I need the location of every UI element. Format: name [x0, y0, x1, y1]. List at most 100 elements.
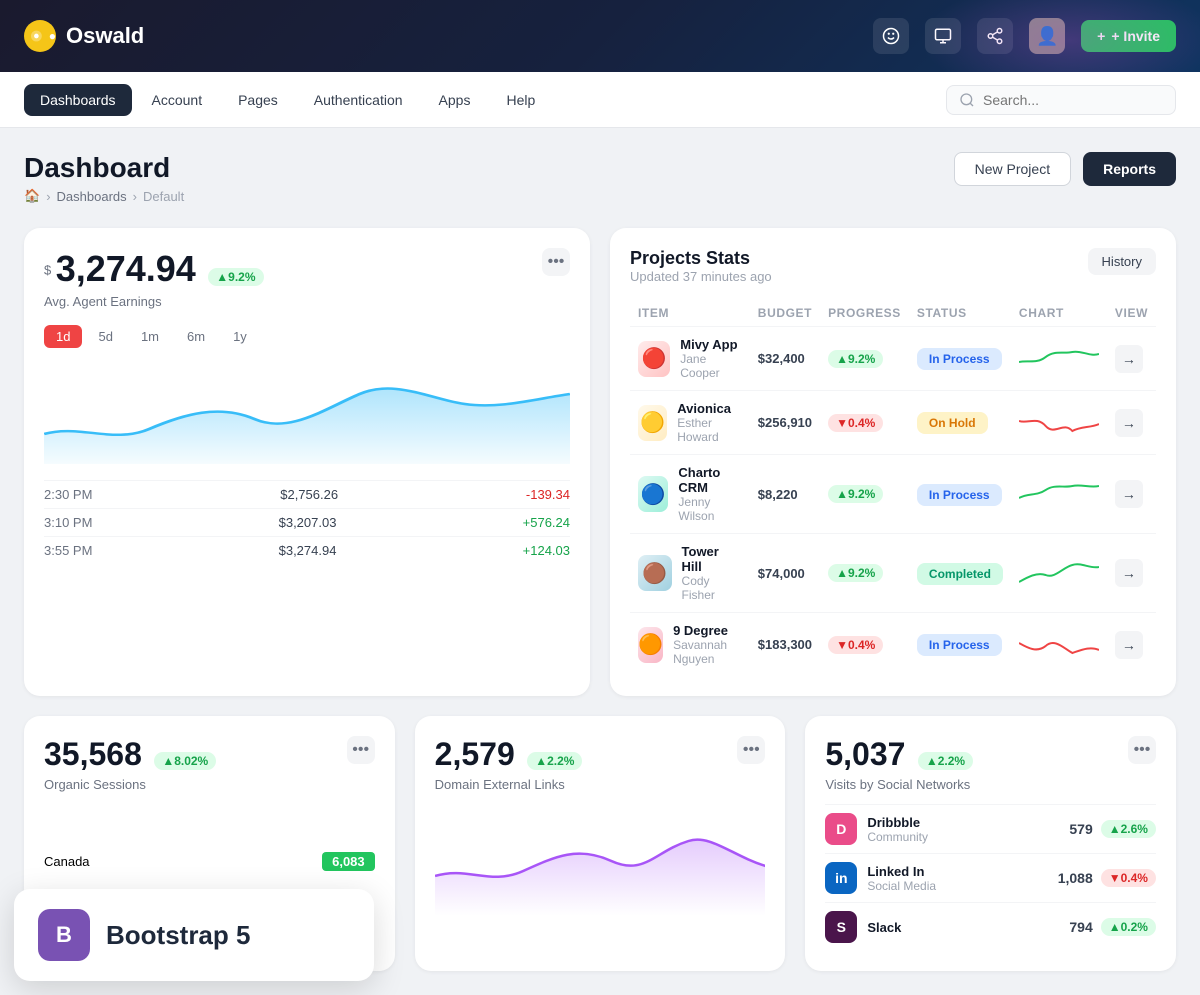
earnings-badge: ▲9.2% [208, 268, 263, 286]
breadcrumb: 🏠 › Dashboards › Default [24, 188, 184, 204]
brand-name: Oswald [66, 23, 144, 49]
page-header: Dashboard 🏠 › Dashboards › Default New P… [24, 152, 1176, 204]
social-networks-card: 5,037 ▲2.2% Visits by Social Networks ••… [805, 716, 1176, 971]
projects-card: Projects Stats Updated 37 minutes ago Hi… [610, 228, 1176, 696]
earnings-header: $ 3,274.94 ▲9.2% Avg. Agent Earnings [44, 248, 264, 309]
col-budget: BUDGET [750, 300, 820, 327]
nav-icon-share[interactable] [977, 18, 1013, 54]
col-status: STATUS [909, 300, 1011, 327]
search-input[interactable] [983, 92, 1163, 108]
tab-apps[interactable]: Apps [423, 84, 487, 116]
filter-1m[interactable]: 1m [129, 325, 171, 348]
domain-links-card: 2,579 ▲2.2% Domain External Links ••• [415, 716, 786, 971]
page-title-section: Dashboard 🏠 › Dashboards › Default [24, 152, 184, 204]
header-actions: New Project Reports [954, 152, 1176, 186]
breadcrumb-sep1: › [46, 189, 50, 204]
top-navbar: Oswald 👤 + + Invite [0, 0, 1200, 72]
table-row: 🟡 Avionica Esther Howard $256,910 ▼0.4% … [630, 391, 1156, 455]
organic-sessions-card: 35,568 ▲8.02% Organic Sessions ••• Canad… [24, 716, 395, 971]
brand-icon [24, 20, 56, 52]
social-label: Visits by Social Networks [825, 777, 973, 792]
col-view: VIEW [1107, 300, 1156, 327]
organic-badge: ▲8.02% [154, 752, 216, 770]
canada-value: 6,083 [322, 852, 375, 871]
main-cards-grid: $ 3,274.94 ▲9.2% Avg. Agent Earnings •••… [24, 228, 1176, 696]
brand: Oswald [24, 20, 144, 52]
breadcrumb-default: Default [143, 189, 184, 204]
social-items-list: D Dribbble Community 579 ▲2.6% in Linked… [825, 804, 1156, 951]
domain-chart [435, 816, 766, 916]
bottom-cards-grid: 35,568 ▲8.02% Organic Sessions ••• Canad… [24, 716, 1176, 971]
col-chart: CHART [1011, 300, 1107, 327]
projects-card-header: Projects Stats Updated 37 minutes ago Hi… [630, 248, 1156, 284]
col-progress: PROGRESS [820, 300, 909, 327]
reports-button[interactable]: Reports [1083, 152, 1176, 186]
time-entry-3: 3:55 PM $3,274.94 +124.03 [44, 536, 570, 564]
time-entry-1: 2:30 PM $2,756.26 -139.34 [44, 480, 570, 508]
projects-title: Projects Stats [630, 248, 772, 269]
bootstrap-overlay: B Bootstrap 5 [14, 889, 374, 981]
time-entry-2: 3:10 PM $3,207.03 +576.24 [44, 508, 570, 536]
secondary-nav: Dashboards Account Pages Authentication … [0, 72, 1200, 128]
social-item: in Linked In Social Media 1,088 ▼0.4% [825, 853, 1156, 902]
col-item: ITEM [630, 300, 750, 327]
nav-icon-monitor[interactable] [925, 18, 961, 54]
domain-header: 2,579 ▲2.2% Domain External Links [435, 736, 583, 792]
tab-pages[interactable]: Pages [222, 84, 294, 116]
page-title: Dashboard [24, 152, 184, 184]
bootstrap-label: Bootstrap 5 [106, 920, 250, 951]
social-icon-dribbble: D [825, 813, 857, 845]
earnings-amount: $ 3,274.94 ▲9.2% [44, 248, 264, 290]
earnings-chart [44, 364, 570, 464]
filter-1y[interactable]: 1y [221, 325, 259, 348]
social-more-btn[interactable]: ••• [1128, 736, 1156, 764]
breadcrumb-dashboards[interactable]: Dashboards [57, 189, 127, 204]
earnings-more-btn[interactable]: ••• [542, 248, 570, 276]
social-header: 5,037 ▲2.2% Visits by Social Networks [825, 736, 973, 792]
avatar[interactable]: 👤 [1029, 18, 1065, 54]
tab-account[interactable]: Account [136, 84, 219, 116]
projects-table: ITEM BUDGET PROGRESS STATUS CHART VIEW 🔴… [630, 300, 1156, 676]
nav-right: 👤 + + Invite [873, 18, 1176, 54]
tab-help[interactable]: Help [490, 84, 551, 116]
social-item: S Slack 794 ▲0.2% [825, 902, 1156, 951]
organic-header: 35,568 ▲8.02% Organic Sessions [44, 736, 216, 792]
social-icon-slack: S [825, 911, 857, 943]
page-content: Dashboard 🏠 › Dashboards › Default New P… [0, 128, 1200, 995]
breadcrumb-sep2: › [133, 189, 137, 204]
table-row: 🟤 Tower Hill Cody Fisher $74,000 ▲9.2% C… [630, 534, 1156, 613]
social-value: 5,037 [825, 736, 905, 772]
invite-button[interactable]: + + Invite [1081, 20, 1176, 52]
social-item: D Dribbble Community 579 ▲2.6% [825, 804, 1156, 853]
projects-subtitle: Updated 37 minutes ago [630, 269, 772, 284]
tab-dashboards[interactable]: Dashboards [24, 84, 132, 116]
filter-1d[interactable]: 1d [44, 325, 82, 348]
earnings-label: Avg. Agent Earnings [44, 294, 264, 309]
domain-amount-row: 2,579 ▲2.2% [435, 736, 583, 773]
time-entries: 2:30 PM $2,756.26 -139.34 3:10 PM $3,207… [44, 480, 570, 564]
new-project-button[interactable]: New Project [954, 152, 1071, 186]
domain-badge: ▲2.2% [527, 752, 582, 770]
projects-title-section: Projects Stats Updated 37 minutes ago [630, 248, 772, 284]
organic-amount-row: 35,568 ▲8.02% [44, 736, 216, 773]
nav-icon-theater[interactable] [873, 18, 909, 54]
filter-6m[interactable]: 6m [175, 325, 217, 348]
country-canada: Canada [44, 854, 90, 869]
earnings-card: $ 3,274.94 ▲9.2% Avg. Agent Earnings •••… [24, 228, 590, 696]
organic-more-btn[interactable]: ••• [347, 736, 375, 764]
search-bar [946, 85, 1176, 115]
tab-authentication[interactable]: Authentication [298, 84, 419, 116]
domain-more-btn[interactable]: ••• [737, 736, 765, 764]
country-map: Canada 6,083 [44, 852, 375, 871]
search-icon [959, 92, 975, 108]
organic-value: 35,568 [44, 736, 142, 772]
domain-label: Domain External Links [435, 777, 583, 792]
breadcrumb-home-icon: 🏠 [24, 188, 40, 204]
table-row: 🟠 9 Degree Savannah Nguyen $183,300 ▼0.4… [630, 613, 1156, 677]
time-filters: 1d 5d 1m 6m 1y [44, 325, 570, 348]
filter-5d[interactable]: 5d [86, 325, 124, 348]
table-row: 🔵 Charto CRM Jenny Wilson $8,220 ▲9.2% I… [630, 455, 1156, 534]
domain-value: 2,579 [435, 736, 515, 772]
history-button[interactable]: History [1088, 248, 1156, 275]
social-amount-row: 5,037 ▲2.2% [825, 736, 973, 773]
